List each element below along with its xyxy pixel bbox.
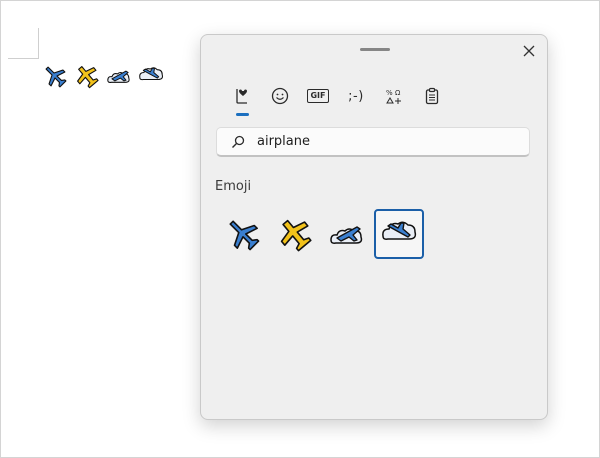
tab-gif[interactable]: GIF	[299, 79, 337, 113]
tab-emoji[interactable]	[261, 79, 299, 113]
airplane-emoji	[40, 62, 70, 90]
small-airplane-emoji-icon	[280, 219, 312, 252]
search-icon	[231, 134, 247, 150]
page-margin-mark-vertical	[38, 28, 39, 59]
clipboard-icon	[425, 87, 439, 105]
tab-symbols[interactable]: % Ω	[375, 79, 413, 113]
emoji-airplane-arrival[interactable]	[374, 209, 424, 259]
tab-recent[interactable]	[223, 79, 261, 116]
airplane-emoji-icon	[229, 220, 260, 251]
category-tabs: GIF ;-) % Ω	[223, 79, 451, 116]
airplane-arrival-emoji	[136, 62, 166, 90]
small-airplane-emoji	[72, 62, 102, 90]
gif-icon: GIF	[307, 89, 329, 103]
emoji-airplane[interactable]	[218, 209, 268, 259]
close-icon	[523, 45, 535, 57]
smiley-icon	[271, 87, 289, 105]
section-label-emoji: Emoji	[215, 179, 252, 194]
airplane-arrival-emoji-icon	[382, 221, 417, 240]
emoji-airplane-departure[interactable]	[322, 209, 372, 259]
document-emoji-row	[40, 62, 166, 90]
svg-text:%: %	[386, 89, 393, 97]
close-button[interactable]	[519, 41, 539, 61]
heart-clock-icon	[236, 89, 247, 104]
emoji-results	[218, 209, 424, 259]
tab-clipboard[interactable]	[413, 79, 451, 113]
search-box[interactable]: airplane	[216, 127, 530, 157]
page-margin-mark-horizontal	[8, 58, 38, 59]
airplane-departure-emoji	[104, 62, 134, 90]
airplane-departure-emoji-icon	[330, 226, 363, 244]
emoji-small-airplane[interactable]	[270, 209, 320, 259]
svg-text:Ω: Ω	[395, 89, 401, 97]
kaomoji-label: ;-)	[348, 88, 364, 104]
symbols-icon: % Ω	[386, 89, 401, 104]
drag-handle[interactable]	[360, 48, 390, 51]
tab-kaomoji[interactable]: ;-)	[337, 79, 375, 113]
search-input[interactable]: airplane	[257, 134, 310, 149]
emoji-panel: GIF ;-) % Ω airplane Emoji	[200, 34, 548, 420]
